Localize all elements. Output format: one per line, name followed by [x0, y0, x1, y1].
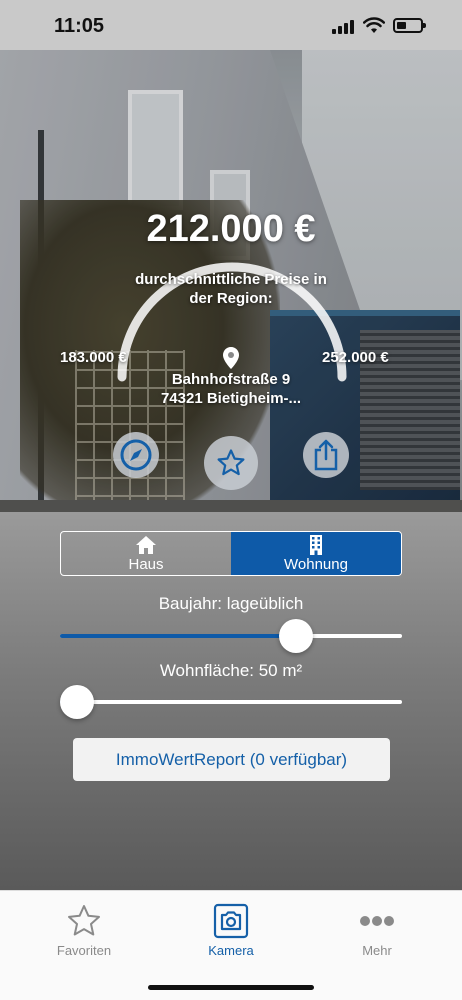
house-icon — [136, 535, 156, 554]
camera-icon — [213, 903, 249, 939]
segment-wohnung-label: Wohnung — [284, 555, 348, 573]
wohnflaeche-slider-thumb[interactable] — [60, 685, 94, 719]
tab-favoriten-label: Favoriten — [56, 943, 112, 958]
address-line-1: Bahnhofstraße 9 — [171, 371, 291, 388]
tab-mehr[interactable]: Mehr — [307, 891, 447, 958]
tab-bar: Favoriten Kamera Mehr — [0, 890, 462, 1000]
signal-icon — [332, 20, 354, 34]
navigate-button[interactable] — [113, 432, 159, 478]
tab-kamera-label: Kamera — [208, 943, 254, 958]
building-icon — [310, 534, 322, 555]
wohnflaeche-slider[interactable] — [60, 700, 402, 704]
address-line-2: 74321 Bietigheim-... — [160, 390, 302, 407]
estimated-price: 212.000 € — [146, 208, 316, 250]
tab-favoriten[interactable]: Favoriten — [14, 891, 154, 958]
star-outline-icon — [68, 905, 100, 936]
average-price-label: durchschnittliche Preise in der Region: — [135, 271, 327, 307]
share-button[interactable] — [303, 432, 349, 478]
tab-kamera[interactable]: Kamera — [161, 891, 301, 958]
wohnflaeche-label: Wohnfläche: 50 m² — [159, 661, 303, 680]
property-type-selector: Haus Wohnung — [60, 531, 402, 576]
min-price: 183.000 € — [60, 349, 127, 366]
home-indicator — [148, 985, 314, 990]
baujahr-slider-thumb[interactable] — [278, 619, 313, 653]
max-price: 252.000 € — [322, 349, 389, 366]
wifi-icon — [363, 17, 385, 33]
address: Bahnhofstraße 9 74321 Bietigheim-... — [131, 370, 331, 408]
status-time: 11:05 — [54, 15, 105, 37]
compass-icon — [120, 439, 152, 471]
segment-haus-label: Haus — [128, 555, 164, 573]
baujahr-label: Baujahr: lageüblich — [158, 594, 304, 613]
share-icon — [314, 439, 338, 471]
immowert-report-button[interactable]: ImmoWertReport (0 verfügbar) — [73, 738, 390, 781]
baujahr-slider[interactable] — [60, 634, 402, 638]
favorite-button[interactable] — [204, 436, 258, 490]
star-icon — [217, 449, 245, 476]
more-dots-icon — [360, 916, 394, 926]
battery-icon — [393, 18, 426, 33]
status-bar: 11:05 — [0, 0, 462, 50]
segment-wohnung[interactable]: Wohnung — [231, 532, 401, 575]
tab-mehr-label: Mehr — [362, 943, 392, 958]
location-pin-icon — [223, 347, 239, 369]
segment-haus[interactable]: Haus — [61, 532, 231, 575]
baujahr-slider-fill — [60, 634, 296, 638]
